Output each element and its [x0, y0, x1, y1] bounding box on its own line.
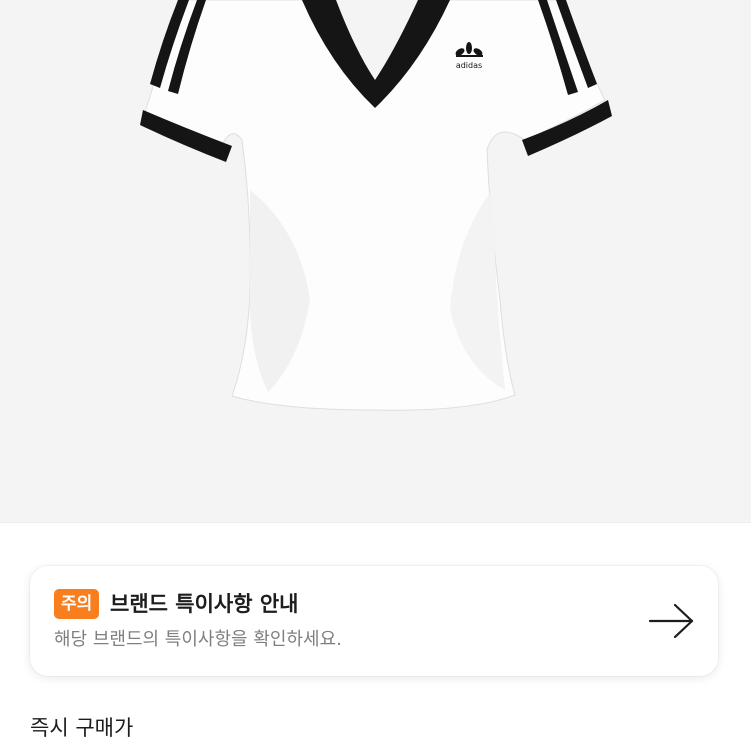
notice-title: 브랜드 특이사항 안내 — [110, 592, 299, 616]
tshirt-illustration: adidas — [140, 0, 612, 411]
arrow-right-icon[interactable] — [648, 601, 696, 641]
instant-buy-price-label: 즉시 구매가 — [30, 716, 134, 740]
brand-logo-text: adidas — [456, 61, 482, 70]
brand-notice-card[interactable]: 주의 브랜드 특이사항 안내 해당 브랜드의 특이사항을 확인하세요. — [30, 566, 718, 676]
product-image[interactable]: adidas — [0, 0, 751, 522]
section-divider — [0, 522, 751, 523]
notice-description: 해당 브랜드의 특이사항을 확인하세요. — [54, 629, 342, 650]
caution-badge: 주의 — [54, 589, 100, 619]
